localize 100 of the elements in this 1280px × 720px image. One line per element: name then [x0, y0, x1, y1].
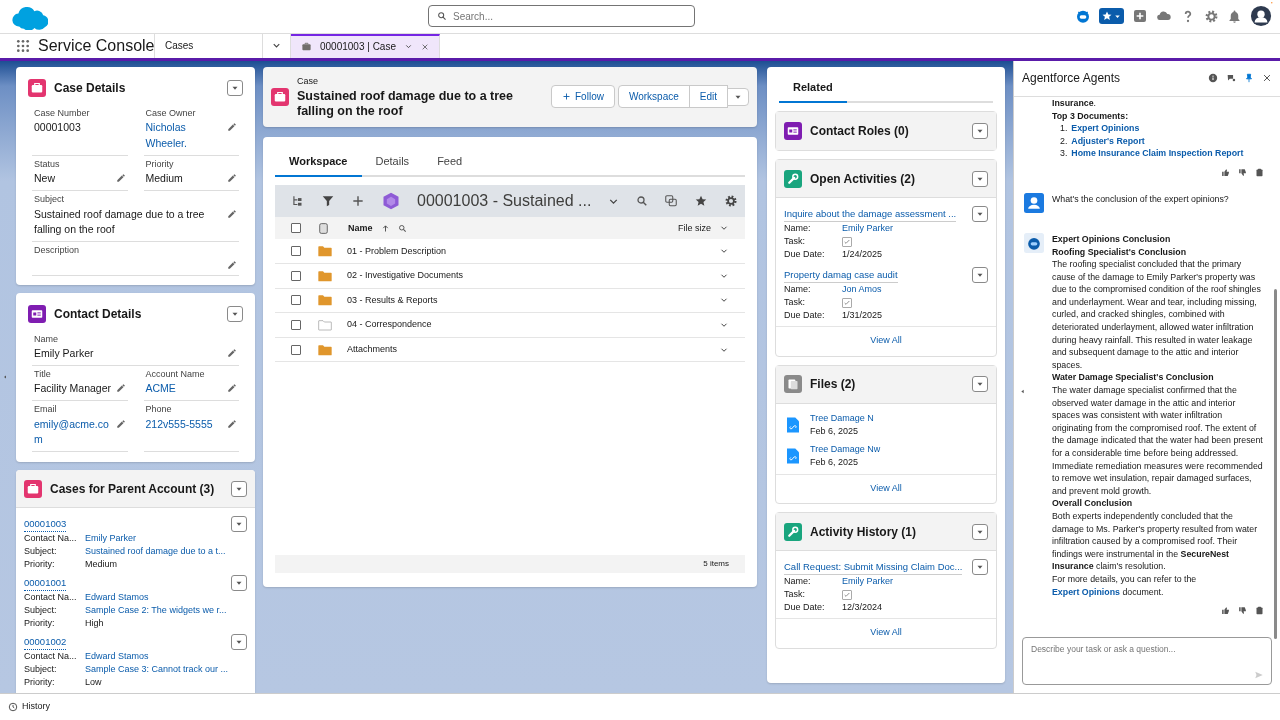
search-icon[interactable]	[636, 195, 649, 208]
pencil-icon[interactable]	[227, 383, 237, 394]
dropdown-button[interactable]	[972, 170, 988, 187]
navigation-tab[interactable]: 00001003 | Case	[291, 33, 440, 58]
dropdown-button[interactable]	[972, 123, 988, 140]
pencil-icon[interactable]	[227, 418, 237, 429]
field-link[interactable]: Edward Stamos	[85, 591, 149, 605]
favorites-button[interactable]	[1099, 8, 1124, 25]
thumbs-up-icon[interactable]	[1221, 606, 1230, 616]
view-all-link[interactable]: View All	[776, 618, 996, 648]
select-all-checkbox[interactable]	[291, 223, 301, 234]
message-input[interactable]: Describe your task or ask a question...	[1022, 637, 1272, 686]
robot-icon[interactable]	[1075, 8, 1091, 25]
row-checkbox[interactable]	[291, 246, 301, 257]
activity-link[interactable]: Property damag case audit	[784, 267, 898, 284]
field-link[interactable]: Edward Stamos	[85, 650, 149, 664]
dropdown-button[interactable]	[972, 267, 988, 284]
thumbs-down-icon[interactable]	[1238, 167, 1247, 177]
collapse-icon[interactable]	[2, 373, 8, 380]
settings-icon[interactable]	[1204, 8, 1219, 24]
row-checkbox[interactable]	[291, 344, 301, 355]
clipboard-icon[interactable]	[1255, 167, 1264, 177]
dropdown-button[interactable]	[231, 634, 247, 651]
dropdown-button[interactable]	[972, 523, 988, 540]
field-link[interactable]: Emily Parker	[85, 532, 136, 546]
close-icon[interactable]	[1262, 73, 1272, 84]
dropdown-button[interactable]	[972, 206, 988, 223]
document-link[interactable]: Home Insurance Claim Inspection Report	[1071, 147, 1244, 160]
info-icon[interactable]	[1208, 73, 1218, 84]
folder-name[interactable]: 02 - Investigative Documents	[347, 269, 711, 283]
related-tab[interactable]: Related	[779, 74, 847, 104]
history-button[interactable]: History	[8, 700, 50, 714]
close-icon[interactable]	[421, 42, 429, 51]
document-link[interactable]: Adjuster's Report	[1071, 134, 1145, 148]
folder-name[interactable]: 04 - Correspondence	[347, 318, 711, 332]
chat-icon[interactable]	[1226, 73, 1236, 84]
action-button[interactable]: Workspace	[617, 85, 690, 109]
row-checkbox[interactable]	[291, 295, 301, 306]
pencil-icon[interactable]	[227, 122, 237, 133]
case-number-link[interactable]: 00001003	[24, 516, 67, 532]
search-field[interactable]: Search...	[428, 5, 695, 28]
dropdown-button[interactable]	[227, 79, 243, 96]
thumbs-up-icon[interactable]	[1221, 167, 1230, 177]
add-icon[interactable]	[1132, 8, 1148, 25]
settings-icon[interactable]	[724, 194, 739, 209]
folder-name[interactable]: Attachments	[347, 342, 711, 357]
dropdown-button[interactable]	[231, 516, 247, 533]
field-link[interactable]: Sustained roof damage due to a t...	[85, 545, 226, 559]
action-button[interactable]: Edit	[688, 85, 728, 109]
pencil-icon[interactable]	[115, 418, 126, 429]
activity-link[interactable]: Call Request: Submit Missing Claim Doc...	[784, 559, 963, 576]
view-all-link[interactable]: View All	[776, 326, 996, 356]
record-tab[interactable]: Feed	[423, 148, 477, 178]
document-link[interactable]: Expert Opinions	[1071, 122, 1140, 135]
column-header[interactable]: File size	[678, 221, 711, 236]
pin-icon[interactable]	[1244, 73, 1254, 84]
pencil-icon[interactable]	[115, 173, 126, 184]
field-link[interactable]: Sample Case 2: The widgets we r...	[85, 604, 227, 618]
pencil-icon[interactable]	[227, 348, 237, 359]
search-icon[interactable]	[397, 223, 407, 233]
row-checkbox[interactable]	[291, 270, 301, 281]
dropdown-button[interactable]	[972, 559, 988, 576]
view-all-link[interactable]: View All	[776, 473, 996, 504]
activity-link[interactable]: Inquire about the damage assessment ...	[784, 206, 957, 223]
collapse-icon[interactable]	[1019, 387, 1026, 395]
file-link[interactable]: Tree Damage Nw	[810, 442, 881, 457]
navigation-tab[interactable]: Cases	[155, 33, 263, 58]
copy-icon[interactable]	[664, 194, 679, 209]
pencil-icon[interactable]	[227, 173, 237, 184]
dropdown-button[interactable]	[972, 376, 988, 393]
field-link[interactable]: Emily Parker	[842, 575, 893, 589]
record-tab[interactable]: Details	[361, 148, 424, 178]
sort-arrow-icon[interactable]	[380, 223, 390, 233]
pencil-icon[interactable]	[227, 259, 237, 270]
case-number-link[interactable]: 00001001	[24, 575, 67, 591]
filter-icon[interactable]	[321, 194, 335, 209]
row-checkbox[interactable]	[291, 320, 301, 331]
field-link[interactable]: ACME	[145, 381, 223, 398]
pencil-icon[interactable]	[227, 208, 237, 219]
folder-name[interactable]: 03 - Results & Reports	[347, 293, 711, 308]
document-link[interactable]: Expert Opinions	[1052, 586, 1120, 597]
field-link[interactable]: emily@acme.com	[34, 416, 112, 449]
field-link[interactable]: Emily Parker	[842, 222, 893, 236]
field-link[interactable]: Nicholas Wheeler.	[145, 120, 223, 152]
dropdown-button[interactable]	[231, 480, 247, 497]
thumbs-down-icon[interactable]	[1238, 606, 1247, 616]
field-link[interactable]: 212v555-5555	[145, 416, 223, 433]
column-header[interactable]: Name	[348, 221, 373, 236]
clipboard-icon[interactable]	[1255, 606, 1264, 616]
bell-icon[interactable]	[1227, 8, 1242, 24]
field-link[interactable]: Sample Case 3: Cannot track our ...	[85, 663, 229, 677]
action-button[interactable]: Follow	[551, 85, 615, 109]
case-number-link[interactable]: 00001002	[24, 634, 67, 650]
field-link[interactable]: Jon Amos	[842, 283, 882, 297]
app-launcher-icon[interactable]	[16, 38, 30, 53]
file-link[interactable]: Tree Damage N	[810, 411, 874, 426]
tree-icon[interactable]	[291, 194, 305, 209]
dropdown-button[interactable]	[231, 575, 247, 592]
folder-name[interactable]: 01 - Problem Description	[347, 244, 711, 258]
add-icon[interactable]	[351, 194, 365, 209]
